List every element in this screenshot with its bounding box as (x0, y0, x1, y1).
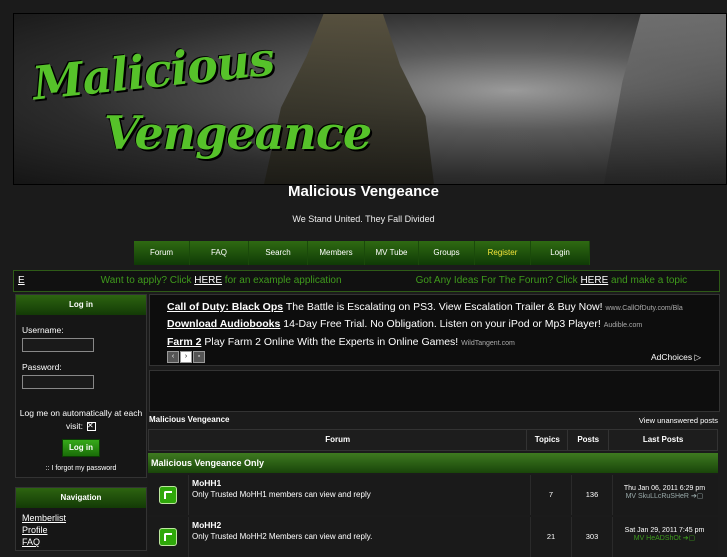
apply-text-end: for an example application (222, 275, 342, 286)
navigation-panel: Navigation Memberlist Profile FAQ (15, 487, 147, 551)
col-topics: Topics (526, 430, 567, 450)
nav-register[interactable]: Register (475, 241, 531, 265)
apply-text: Want to apply? Click (100, 275, 195, 286)
ad-item[interactable]: Farm 2 Play Farm 2 Online With the Exper… (167, 336, 515, 348)
last-post-author[interactable]: MV SkuLLcRuSHeR (626, 493, 689, 500)
forum-name-link[interactable]: MoHH1 (192, 478, 530, 488)
last-post-cell: Thu Jan 06, 2011 6:29 pm MV SkuLLcRuSHeR… (612, 475, 716, 515)
ad-source: www.CallOfDuty.com/Bla (605, 305, 683, 312)
username-label: Username: (22, 325, 64, 335)
topics-count: 21 (530, 517, 571, 557)
navigation-panel-title: Navigation (16, 488, 146, 508)
nav-groups[interactable]: Groups (419, 241, 475, 265)
ad-title[interactable]: Call of Duty: Black Ops (167, 301, 283, 313)
nav-forum[interactable]: Forum (134, 241, 190, 265)
category-header[interactable]: Malicious Vengeance Only (148, 453, 718, 473)
ad-title[interactable]: Farm 2 (167, 336, 201, 348)
goto-last-post-icon[interactable]: ➔▢ (691, 493, 703, 500)
posts-count: 303 (571, 517, 612, 557)
memberlist-link[interactable]: Memberlist (22, 512, 146, 524)
ad-pause-icon[interactable]: ▫ (193, 351, 205, 363)
last-post-author-row: MV SkuLLcRuSHeR ➔▢ (613, 492, 716, 500)
forum-read-icon (159, 486, 177, 504)
faq-link[interactable]: FAQ (22, 536, 146, 548)
ad-text: The Battle is Escalating on PS3. View Es… (283, 301, 606, 313)
password-label: Password: (22, 362, 62, 372)
site-description: We Stand United. They Fall Divided (292, 214, 435, 224)
nav-faq[interactable]: FAQ (190, 241, 249, 265)
ad-item[interactable]: Download Audiobooks 14-Day Free Trial. N… (167, 318, 642, 330)
col-last-posts: Last Posts (608, 430, 717, 450)
ideas-text-end: and make a topic (608, 275, 688, 286)
ad-prev-icon[interactable]: ‹ (167, 351, 179, 363)
login-button[interactable]: Log in (62, 439, 100, 457)
forum-description: Only Trusted MoHH1 members can view and … (192, 490, 371, 499)
banner-logo-line2: Vengeance (104, 106, 372, 160)
nav-mv-tube[interactable]: MV Tube (365, 241, 419, 265)
ad-source: Audible.com (603, 322, 643, 329)
ideas-here-link[interactable]: HERE (580, 275, 608, 286)
nav-login[interactable]: Login (531, 241, 590, 265)
col-forum: Forum (325, 435, 351, 444)
forum-row-icon-cell (148, 517, 188, 557)
marquee-lead-link[interactable]: E (18, 275, 25, 286)
forgot-password-link[interactable]: :: I forgot my password (16, 465, 146, 472)
col-posts: Posts (567, 430, 608, 450)
forum-row-info: MoHH2 Only Trusted MoHH2 Members can vie… (188, 517, 530, 557)
announcement-marquee: E Want to apply? Click HERE for an exampl… (13, 270, 720, 292)
ad-text: 14-Day Free Trial. No Obligation. Listen… (280, 318, 604, 330)
ad-controls: ‹ › ▫ (167, 351, 205, 363)
topics-count: 7 (530, 475, 571, 515)
login-panel-title: Log in (16, 295, 146, 315)
last-post-author[interactable]: MV HeADShOt (634, 535, 681, 542)
last-post-date: Sat Jan 29, 2011 7:45 pm (624, 527, 705, 534)
username-input[interactable] (22, 338, 94, 352)
adchoices-link[interactable]: AdChoices ▷ (651, 352, 701, 363)
banner-logo-line1: Malicious (29, 31, 277, 111)
soldier-background-image (604, 14, 726, 184)
password-input[interactable] (22, 375, 94, 389)
forum-row-icon-cell (148, 475, 188, 515)
last-post-author-row: MV HeADShOt ➔▢ (613, 534, 716, 542)
ad-next-icon[interactable]: › (180, 351, 192, 363)
ad-panel: Call of Duty: Black Ops The Battle is Es… (149, 294, 720, 366)
apply-here-link[interactable]: HERE (194, 275, 222, 286)
profile-link[interactable]: Profile (22, 524, 146, 536)
nav-members[interactable]: Members (308, 241, 365, 265)
unanswered-posts-link[interactable]: View unanswered posts (639, 416, 718, 425)
auto-login-label: Log me on automatically at each visit: (19, 408, 143, 431)
forum-row[interactable]: MoHH2 Only Trusted MoHH2 Members can vie… (148, 517, 718, 557)
site-title: Malicious Vengeance (288, 183, 439, 200)
last-post-cell: Sat Jan 29, 2011 7:45 pm MV HeADShOt ➔▢ (612, 517, 716, 557)
forum-row[interactable]: MoHH1 Only Trusted MoHH1 members can vie… (148, 475, 718, 515)
forum-banner[interactable]: Malicious Vengeance (13, 13, 727, 185)
breadcrumb[interactable]: Malicious Vengeance (149, 415, 229, 424)
forum-name-link[interactable]: MoHH2 (192, 520, 530, 530)
ad-text: Play Farm 2 Online With the Experts in O… (201, 336, 462, 348)
ad-source: WildTangent.com (461, 340, 515, 347)
posts-count: 136 (571, 475, 612, 515)
forum-table-header: Forum Topics Posts Last Posts (148, 429, 718, 451)
nav-search[interactable]: Search (249, 241, 308, 265)
goto-last-post-icon[interactable]: ➔▢ (683, 535, 695, 542)
forum-row-info: MoHH1 Only Trusted MoHH1 members can vie… (188, 475, 530, 515)
forum-read-icon (159, 528, 177, 546)
ad-title[interactable]: Download Audiobooks (167, 318, 280, 330)
ideas-text: Got Any Ideas For The Forum? Click (415, 275, 581, 286)
last-post-date: Thu Jan 06, 2011 6:29 pm (623, 485, 706, 492)
ad-item[interactable]: Call of Duty: Black Ops The Battle is Es… (167, 301, 683, 313)
main-navbar: Forum FAQ Search Members MV Tube Groups … (134, 241, 590, 265)
forum-description: Only Trusted MoHH2 Members can view and … (192, 532, 373, 541)
empty-widget (149, 370, 720, 412)
auto-login-checkbox[interactable] (87, 419, 96, 432)
login-panel: Log in Username: Password: Log me on aut… (15, 294, 147, 478)
forum-table: Forum Topics Posts Last Posts Malicious … (148, 429, 718, 557)
auto-login-row: Log me on automatically at each visit: (16, 407, 146, 433)
